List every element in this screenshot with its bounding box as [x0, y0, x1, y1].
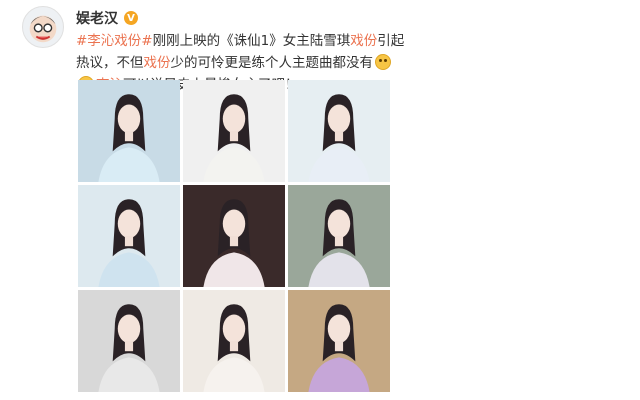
photo-8[interactable]	[183, 290, 285, 392]
verified-badge-icon: V	[124, 11, 138, 25]
user-row: 娱老汉 V	[76, 8, 138, 28]
post-text-segment: 题曲都没有	[305, 55, 374, 71]
photo-2[interactable]	[183, 80, 285, 182]
photo-6[interactable]	[288, 185, 390, 287]
username[interactable]: 娱老汉	[76, 8, 118, 28]
photo-5[interactable]	[183, 185, 285, 287]
photo-grid	[78, 80, 394, 400]
photo-9[interactable]	[288, 290, 390, 392]
keyword-highlight: 戏份	[350, 33, 378, 49]
photo-3[interactable]	[288, 80, 390, 182]
grin-emoji-icon	[375, 54, 391, 70]
avatar[interactable]	[22, 6, 64, 48]
photo-7[interactable]	[78, 290, 180, 392]
photo-1[interactable]	[78, 80, 180, 182]
avatar-cartoon-icon	[29, 15, 57, 43]
post-text-segment: 少的可怜更是练个人主	[170, 55, 306, 71]
keyword-highlight: 戏份	[143, 55, 171, 71]
hashtag-link[interactable]: #李沁戏份#	[76, 33, 153, 49]
post-text-segment: 刚刚上映的《诛仙1》女主陆雪琪	[152, 33, 351, 49]
photo-4[interactable]	[78, 185, 180, 287]
